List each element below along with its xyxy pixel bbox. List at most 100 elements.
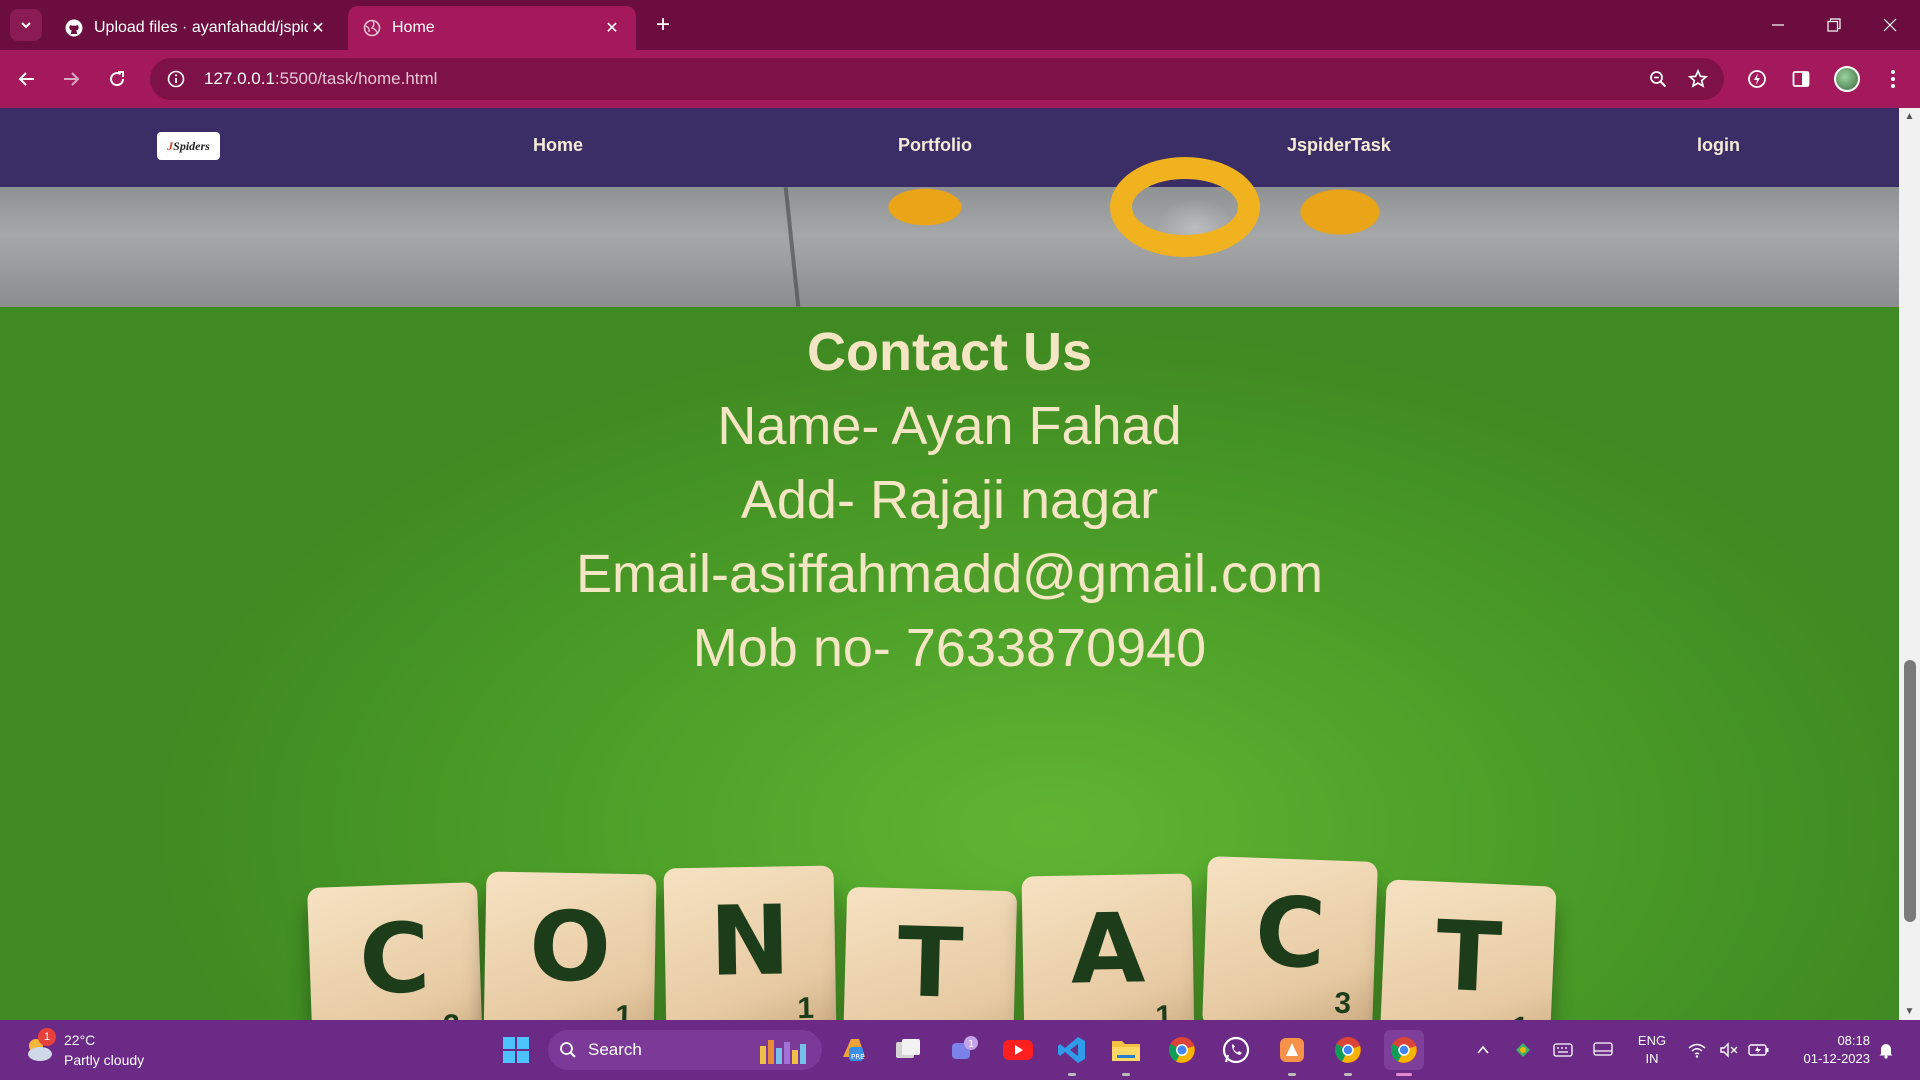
scroll-down-arrow-icon[interactable]: ▼ bbox=[1904, 1006, 1915, 1017]
jspiders-logo[interactable]: J Spiders bbox=[157, 132, 220, 160]
taskbar-app-chrome-active[interactable] bbox=[1384, 1030, 1424, 1076]
start-button[interactable] bbox=[496, 1030, 536, 1070]
system-clock[interactable]: 08:18 01-12-2023 bbox=[1780, 1032, 1871, 1068]
taskbar-app-file-explorer[interactable] bbox=[1106, 1030, 1146, 1076]
keyboard-icon[interactable] bbox=[1546, 1020, 1580, 1080]
page-scrollbar[interactable]: ▲ ▼ bbox=[1899, 108, 1920, 1020]
tile-points: 3 bbox=[443, 1009, 461, 1020]
bookmark-star-icon[interactable] bbox=[1678, 59, 1718, 99]
back-button[interactable] bbox=[10, 62, 44, 96]
tile-letter: C bbox=[357, 901, 432, 1017]
running-indicator bbox=[1068, 1073, 1076, 1076]
zoom-icon[interactable] bbox=[1638, 59, 1678, 99]
nav-link-portfolio[interactable]: Portfolio bbox=[898, 135, 972, 156]
tab-home[interactable]: Home ✕ bbox=[348, 6, 636, 50]
minimize-icon bbox=[1772, 24, 1784, 26]
whatsapp-icon bbox=[1222, 1036, 1250, 1064]
taskbar-app-whatsapp[interactable] bbox=[1216, 1030, 1256, 1070]
page-viewport: J Spiders Home Portfolio JspiderTask logi… bbox=[0, 108, 1899, 1020]
tab-close-icon[interactable]: ✕ bbox=[602, 18, 622, 38]
url-text[interactable]: 127.0.0.1:5500/task/home.html bbox=[204, 69, 1638, 89]
windows-taskbar: 1 22°C Partly cloudy Search PRE 1 ENG IN… bbox=[0, 1020, 1920, 1080]
search-icon bbox=[548, 1041, 588, 1059]
new-tab-button[interactable]: + bbox=[648, 10, 678, 40]
tray-app-icon[interactable] bbox=[1506, 1020, 1540, 1080]
reload-icon bbox=[110, 71, 125, 87]
wifi-icon[interactable] bbox=[1682, 1020, 1712, 1080]
address-bar[interactable]: 127.0.0.1:5500/task/home.html bbox=[150, 58, 1724, 100]
arrow-left-icon bbox=[18, 72, 34, 86]
volume-muted-icon[interactable] bbox=[1714, 1020, 1744, 1080]
side-panel-icon[interactable] bbox=[1784, 62, 1818, 96]
close-window-button[interactable] bbox=[1862, 0, 1918, 50]
nav-link-home[interactable]: Home bbox=[533, 135, 583, 156]
taskbar-app-chrome[interactable] bbox=[1162, 1030, 1202, 1070]
weather-condition: Partly cloudy bbox=[64, 1052, 145, 1068]
forward-button[interactable] bbox=[54, 62, 88, 96]
taskbar-app-teams[interactable]: 1 bbox=[944, 1030, 984, 1070]
svg-text:PRE: PRE bbox=[851, 1053, 865, 1061]
clock-time: 08:18 bbox=[1837, 1033, 1870, 1048]
contact-mobile: Mob no- 7633870940 bbox=[692, 618, 1207, 678]
chrome-profile-icon bbox=[1391, 1037, 1417, 1063]
running-indicator bbox=[1344, 1073, 1352, 1076]
tab-title: Upload files · ayanfahadd/jspide bbox=[94, 19, 308, 36]
battery-icon[interactable] bbox=[1744, 1020, 1774, 1080]
chrome-icon bbox=[1169, 1037, 1195, 1063]
chevron-down-icon bbox=[21, 22, 31, 29]
contact-tiles-image: C3 O1 N1 T1 A1 C3 T1 bbox=[305, 856, 1565, 1020]
vscode-icon bbox=[1058, 1037, 1085, 1063]
teams-badge: 1 bbox=[968, 1039, 974, 1050]
restore-icon bbox=[1827, 18, 1841, 32]
scroll-up-arrow-icon[interactable]: ▲ bbox=[1904, 111, 1915, 122]
url-host: 127.0.0.1 bbox=[204, 69, 275, 88]
taskbar-app-sketch[interactable] bbox=[1272, 1030, 1312, 1076]
nav-link-jspidertask[interactable]: JspiderTask bbox=[1287, 135, 1391, 156]
tile-letter: C bbox=[1253, 875, 1328, 991]
tab-title: Home bbox=[392, 19, 435, 36]
tab-close-icon[interactable]: ✕ bbox=[308, 18, 328, 38]
hero-image bbox=[0, 157, 1899, 307]
hero-texture bbox=[783, 187, 801, 307]
taskbar-app-vscode[interactable] bbox=[1052, 1030, 1092, 1076]
reload-button[interactable] bbox=[100, 62, 134, 96]
tab-search-button[interactable] bbox=[10, 9, 42, 41]
folder-icon bbox=[1112, 1041, 1140, 1061]
taskbar-app-youtube[interactable] bbox=[998, 1030, 1038, 1070]
hero-graphic bbox=[1110, 157, 1260, 257]
drawing-app-icon bbox=[1280, 1038, 1304, 1062]
contact-email: Email-asiffahmadd@gmail.com bbox=[575, 544, 1324, 604]
display-icon[interactable] bbox=[1586, 1020, 1620, 1080]
logo-text: Spiders bbox=[173, 138, 210, 153]
input-language[interactable]: ENG IN bbox=[1632, 1032, 1672, 1068]
lang-code: ENG bbox=[1637, 1033, 1667, 1048]
tab-upload-files[interactable]: Upload files · ayanfahadd/jspide ✕ bbox=[50, 6, 342, 50]
browser-tab-bar: Upload files · ayanfahadd/jspide ✕ Home … bbox=[0, 0, 1920, 50]
taskbar-app-taskview[interactable] bbox=[888, 1030, 928, 1070]
tile-points: 3 bbox=[1333, 986, 1352, 1020]
weather-widget[interactable]: 1 22°C Partly cloudy bbox=[22, 1028, 162, 1072]
taskbar-app-copilot[interactable]: PRE bbox=[834, 1030, 874, 1070]
teams-icon: 1 bbox=[952, 1036, 978, 1059]
nav-link-login[interactable]: login bbox=[1697, 135, 1740, 156]
minimize-button[interactable] bbox=[1750, 0, 1806, 50]
tray-overflow-chevron-icon[interactable] bbox=[1466, 1020, 1500, 1080]
extension-icon[interactable] bbox=[1740, 62, 1774, 96]
globe-icon bbox=[362, 18, 382, 38]
tile-points: 1 bbox=[1155, 999, 1173, 1020]
taskbar-search[interactable]: Search bbox=[548, 1030, 822, 1070]
contact-section: Contact Us Name- Ayan Fahad Add- Rajaji … bbox=[0, 307, 1899, 1020]
letter-tile: T1 bbox=[842, 886, 1018, 1020]
tile-letter: O bbox=[528, 890, 612, 1004]
running-indicator bbox=[1288, 1073, 1296, 1076]
tile-letter: T bbox=[896, 906, 965, 1020]
taskbar-app-chrome-profile[interactable] bbox=[1328, 1030, 1368, 1076]
profile-avatar[interactable] bbox=[1830, 62, 1864, 96]
notification-bell-icon[interactable] bbox=[1872, 1020, 1900, 1080]
letter-tile: T1 bbox=[1379, 879, 1557, 1020]
site-info-icon[interactable] bbox=[154, 70, 198, 88]
tile-points: 1 bbox=[797, 991, 815, 1020]
scrollbar-thumb[interactable] bbox=[1904, 660, 1916, 922]
browser-menu-icon[interactable] bbox=[1876, 62, 1910, 96]
restore-button[interactable] bbox=[1806, 0, 1862, 50]
